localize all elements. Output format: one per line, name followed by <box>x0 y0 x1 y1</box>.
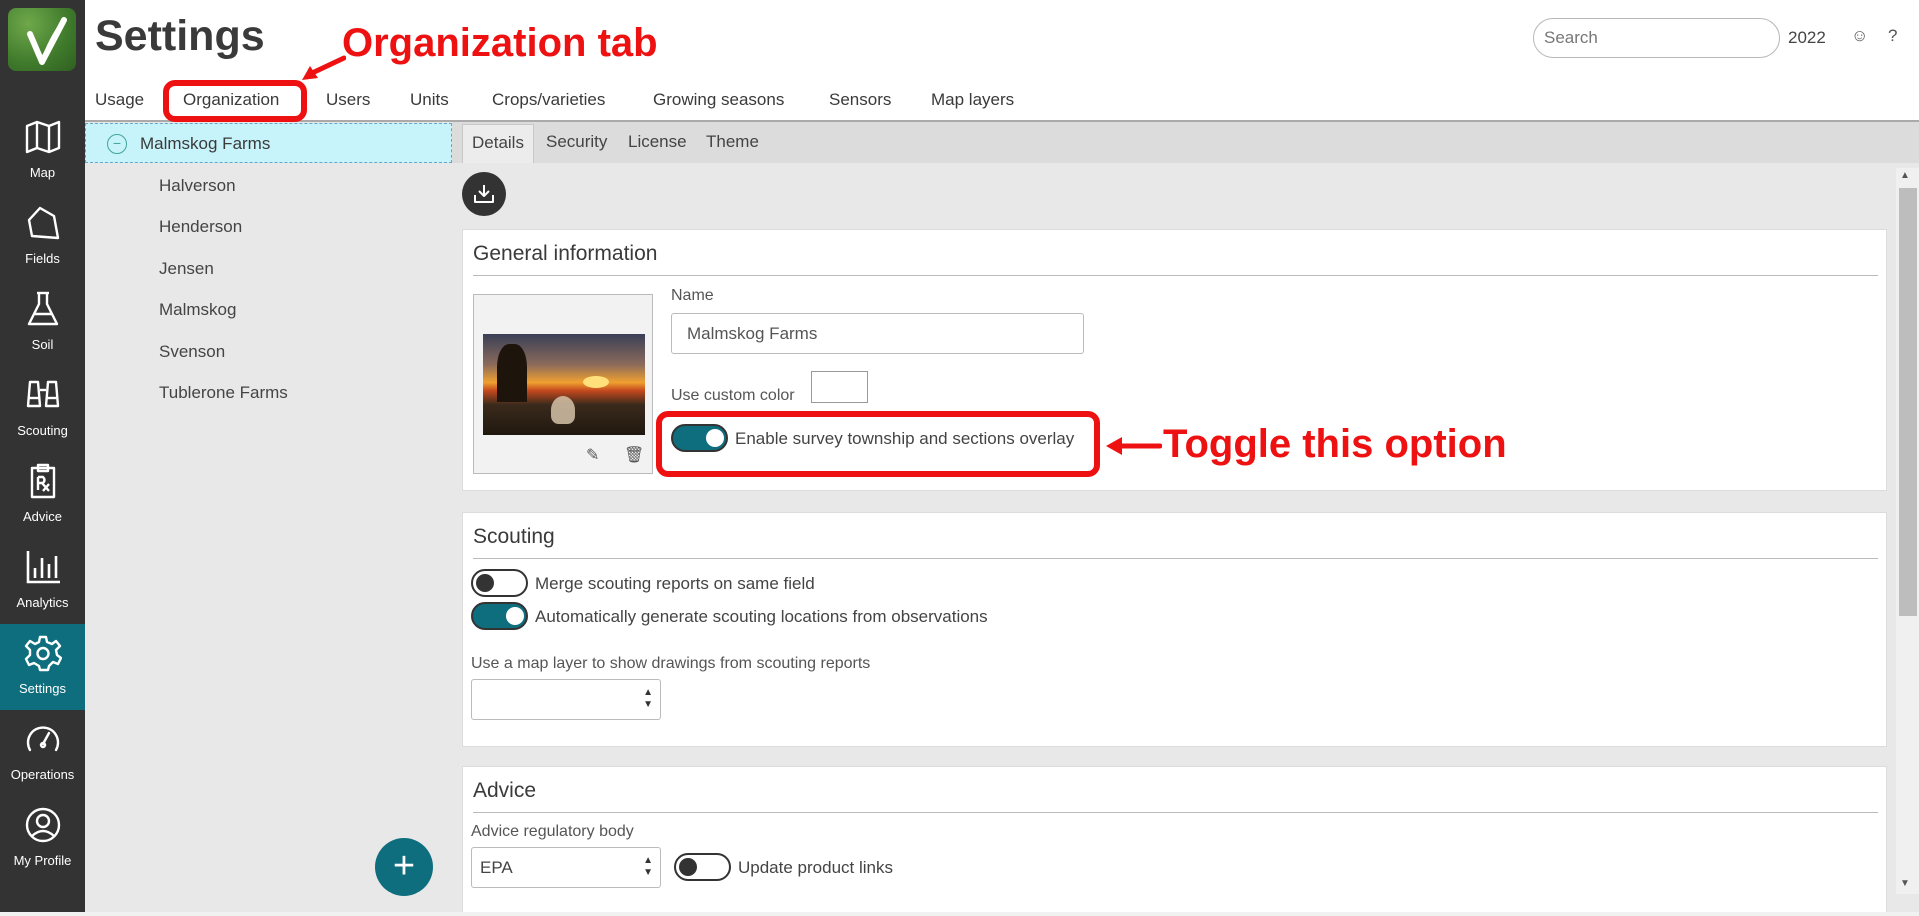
question-mark-icon[interactable]: ? <box>1888 26 1897 46</box>
regulatory-body-select[interactable]: EPA ▲ ▼ <box>471 847 661 888</box>
collapse-icon[interactable]: − <box>107 134 127 154</box>
app-logo[interactable] <box>8 8 76 71</box>
left-nav: Map Fields Soil Scouting Advice Analytic… <box>0 0 85 916</box>
name-input[interactable] <box>671 313 1084 354</box>
pencil-icon[interactable]: ✎ <box>586 445 599 465</box>
select-arrows-icon: ▲ ▼ <box>643 687 653 710</box>
toggle-annotation: Toggle this option <box>1163 422 1507 466</box>
bottom-border <box>0 912 1919 916</box>
prescription-clipboard-icon <box>30 463 56 499</box>
subtab-license[interactable]: License <box>628 132 687 152</box>
details-panel: Details Security License Theme General i… <box>452 122 1919 916</box>
map-layer-label: Use a map layer to show drawings from sc… <box>471 655 871 672</box>
nav-item-fields[interactable]: Fields <box>0 194 85 280</box>
nav-item-scouting[interactable]: Scouting <box>0 366 85 452</box>
download-icon <box>474 185 494 203</box>
divider <box>473 275 1878 276</box>
toggle-highlight <box>656 411 1100 477</box>
scroll-up-icon[interactable]: ▲ <box>1900 170 1910 181</box>
card-title: Scouting <box>473 525 555 548</box>
tab-sensors[interactable]: Sensors <box>829 90 891 110</box>
tree-item-root[interactable]: − Malmskog Farms <box>85 123 452 163</box>
nav-label: Analytics <box>16 595 69 610</box>
organization-tree: − Malmskog Farms Halverson Henderson Jen… <box>85 122 452 916</box>
nav-item-advice[interactable]: Advice <box>0 452 85 538</box>
divider <box>473 558 1878 559</box>
map-layer-select[interactable]: ▲ ▼ <box>471 679 661 720</box>
nav-item-map[interactable]: Map <box>0 108 85 194</box>
tab-users[interactable]: Users <box>326 90 370 110</box>
name-label: Name <box>671 287 714 304</box>
nav-label: Soil <box>31 337 54 352</box>
auto-locations-label: Automatically generate scouting location… <box>535 607 988 626</box>
scroll-down-icon[interactable]: ▼ <box>1900 878 1910 889</box>
nav-item-operations[interactable]: Operations <box>0 710 85 796</box>
bar-chart-icon <box>26 551 60 584</box>
tab-crops-varieties[interactable]: Crops/varieties <box>492 90 605 110</box>
gear-icon <box>24 635 62 672</box>
flask-icon <box>27 291 59 326</box>
binoculars-icon <box>26 380 60 408</box>
page-title: Settings <box>95 12 265 60</box>
advice-card: Advice Advice regulatory body EPA ▲ ▼ Upd… <box>462 766 1887 916</box>
subtab-bar: Details Security License Theme <box>452 122 1919 163</box>
user-circle-icon <box>25 807 61 843</box>
auto-locations-toggle[interactable] <box>471 602 528 630</box>
scouting-card: Scouting Merge scouting reports on same … <box>462 512 1887 747</box>
nav-label: Operations <box>10 767 75 782</box>
year-selector[interactable]: 2022 <box>1788 28 1826 48</box>
organization-tab-annotation: Organization tab <box>342 21 658 65</box>
subtab-details[interactable]: Details <box>462 124 534 163</box>
update-product-links-label: Update product links <box>738 858 893 877</box>
tree-item[interactable]: Tublerone Farms <box>159 383 288 403</box>
divider <box>473 812 1878 813</box>
organization-arrow-icon <box>302 55 346 80</box>
tab-map-layers[interactable]: Map layers <box>931 90 1014 110</box>
organization-photo[interactable] <box>483 334 645 435</box>
trash-icon[interactable]: 🗑 <box>624 445 644 465</box>
tree-item[interactable]: Jensen <box>159 259 214 279</box>
card-title: General information <box>473 242 658 265</box>
tree-root-label: Malmskog Farms <box>140 134 271 153</box>
select-arrows-icon: ▲ ▼ <box>643 855 653 878</box>
organization-tab-highlight <box>163 80 307 122</box>
merge-reports-toggle[interactable] <box>471 569 528 597</box>
nav-label: Advice <box>22 509 63 524</box>
custom-color-label: Use custom color <box>671 387 795 404</box>
gauge-icon <box>26 726 60 752</box>
organization-image-box: ✎ 🗑 <box>473 294 653 474</box>
nav-item-soil[interactable]: Soil <box>0 280 85 366</box>
leaf-logo-icon <box>27 17 67 65</box>
scrollbar-thumb[interactable] <box>1899 188 1917 616</box>
nav-label: Map <box>29 165 56 180</box>
nav-item-my-profile[interactable]: My Profile <box>0 796 85 882</box>
toggle-arrow-icon <box>1106 437 1162 455</box>
subtab-theme[interactable]: Theme <box>706 132 759 152</box>
tree-item[interactable]: Halverson <box>159 176 236 196</box>
tree-item[interactable]: Henderson <box>159 217 242 237</box>
update-product-links-toggle[interactable] <box>674 853 731 881</box>
nav-label: Settings <box>19 681 66 696</box>
add-organization-button[interactable]: + <box>375 838 433 896</box>
custom-color-picker[interactable] <box>811 371 868 403</box>
search-input[interactable] <box>1533 18 1780 58</box>
tab-units[interactable]: Units <box>410 90 449 110</box>
card-title: Advice <box>473 779 537 802</box>
tab-growing-seasons[interactable]: Growing seasons <box>653 90 784 110</box>
nav-item-settings[interactable]: Settings <box>0 624 85 710</box>
tab-usage[interactable]: Usage <box>95 90 144 110</box>
tree-item[interactable]: Malmskog <box>159 300 236 320</box>
smiley-icon[interactable]: ☺ <box>1851 26 1868 46</box>
nav-item-analytics[interactable]: Analytics <box>0 538 85 624</box>
download-button[interactable] <box>462 172 506 216</box>
map-icon <box>25 120 61 154</box>
field-shape-icon <box>27 206 60 240</box>
nav-label: Fields <box>25 251 60 266</box>
merge-reports-label: Merge scouting reports on same field <box>535 574 815 593</box>
nav-label: Scouting <box>17 423 68 438</box>
regulatory-body-label: Advice regulatory body <box>471 823 634 840</box>
tree-item[interactable]: Svenson <box>159 342 225 362</box>
nav-label: My Profile <box>13 853 72 868</box>
subtab-security[interactable]: Security <box>546 132 607 152</box>
